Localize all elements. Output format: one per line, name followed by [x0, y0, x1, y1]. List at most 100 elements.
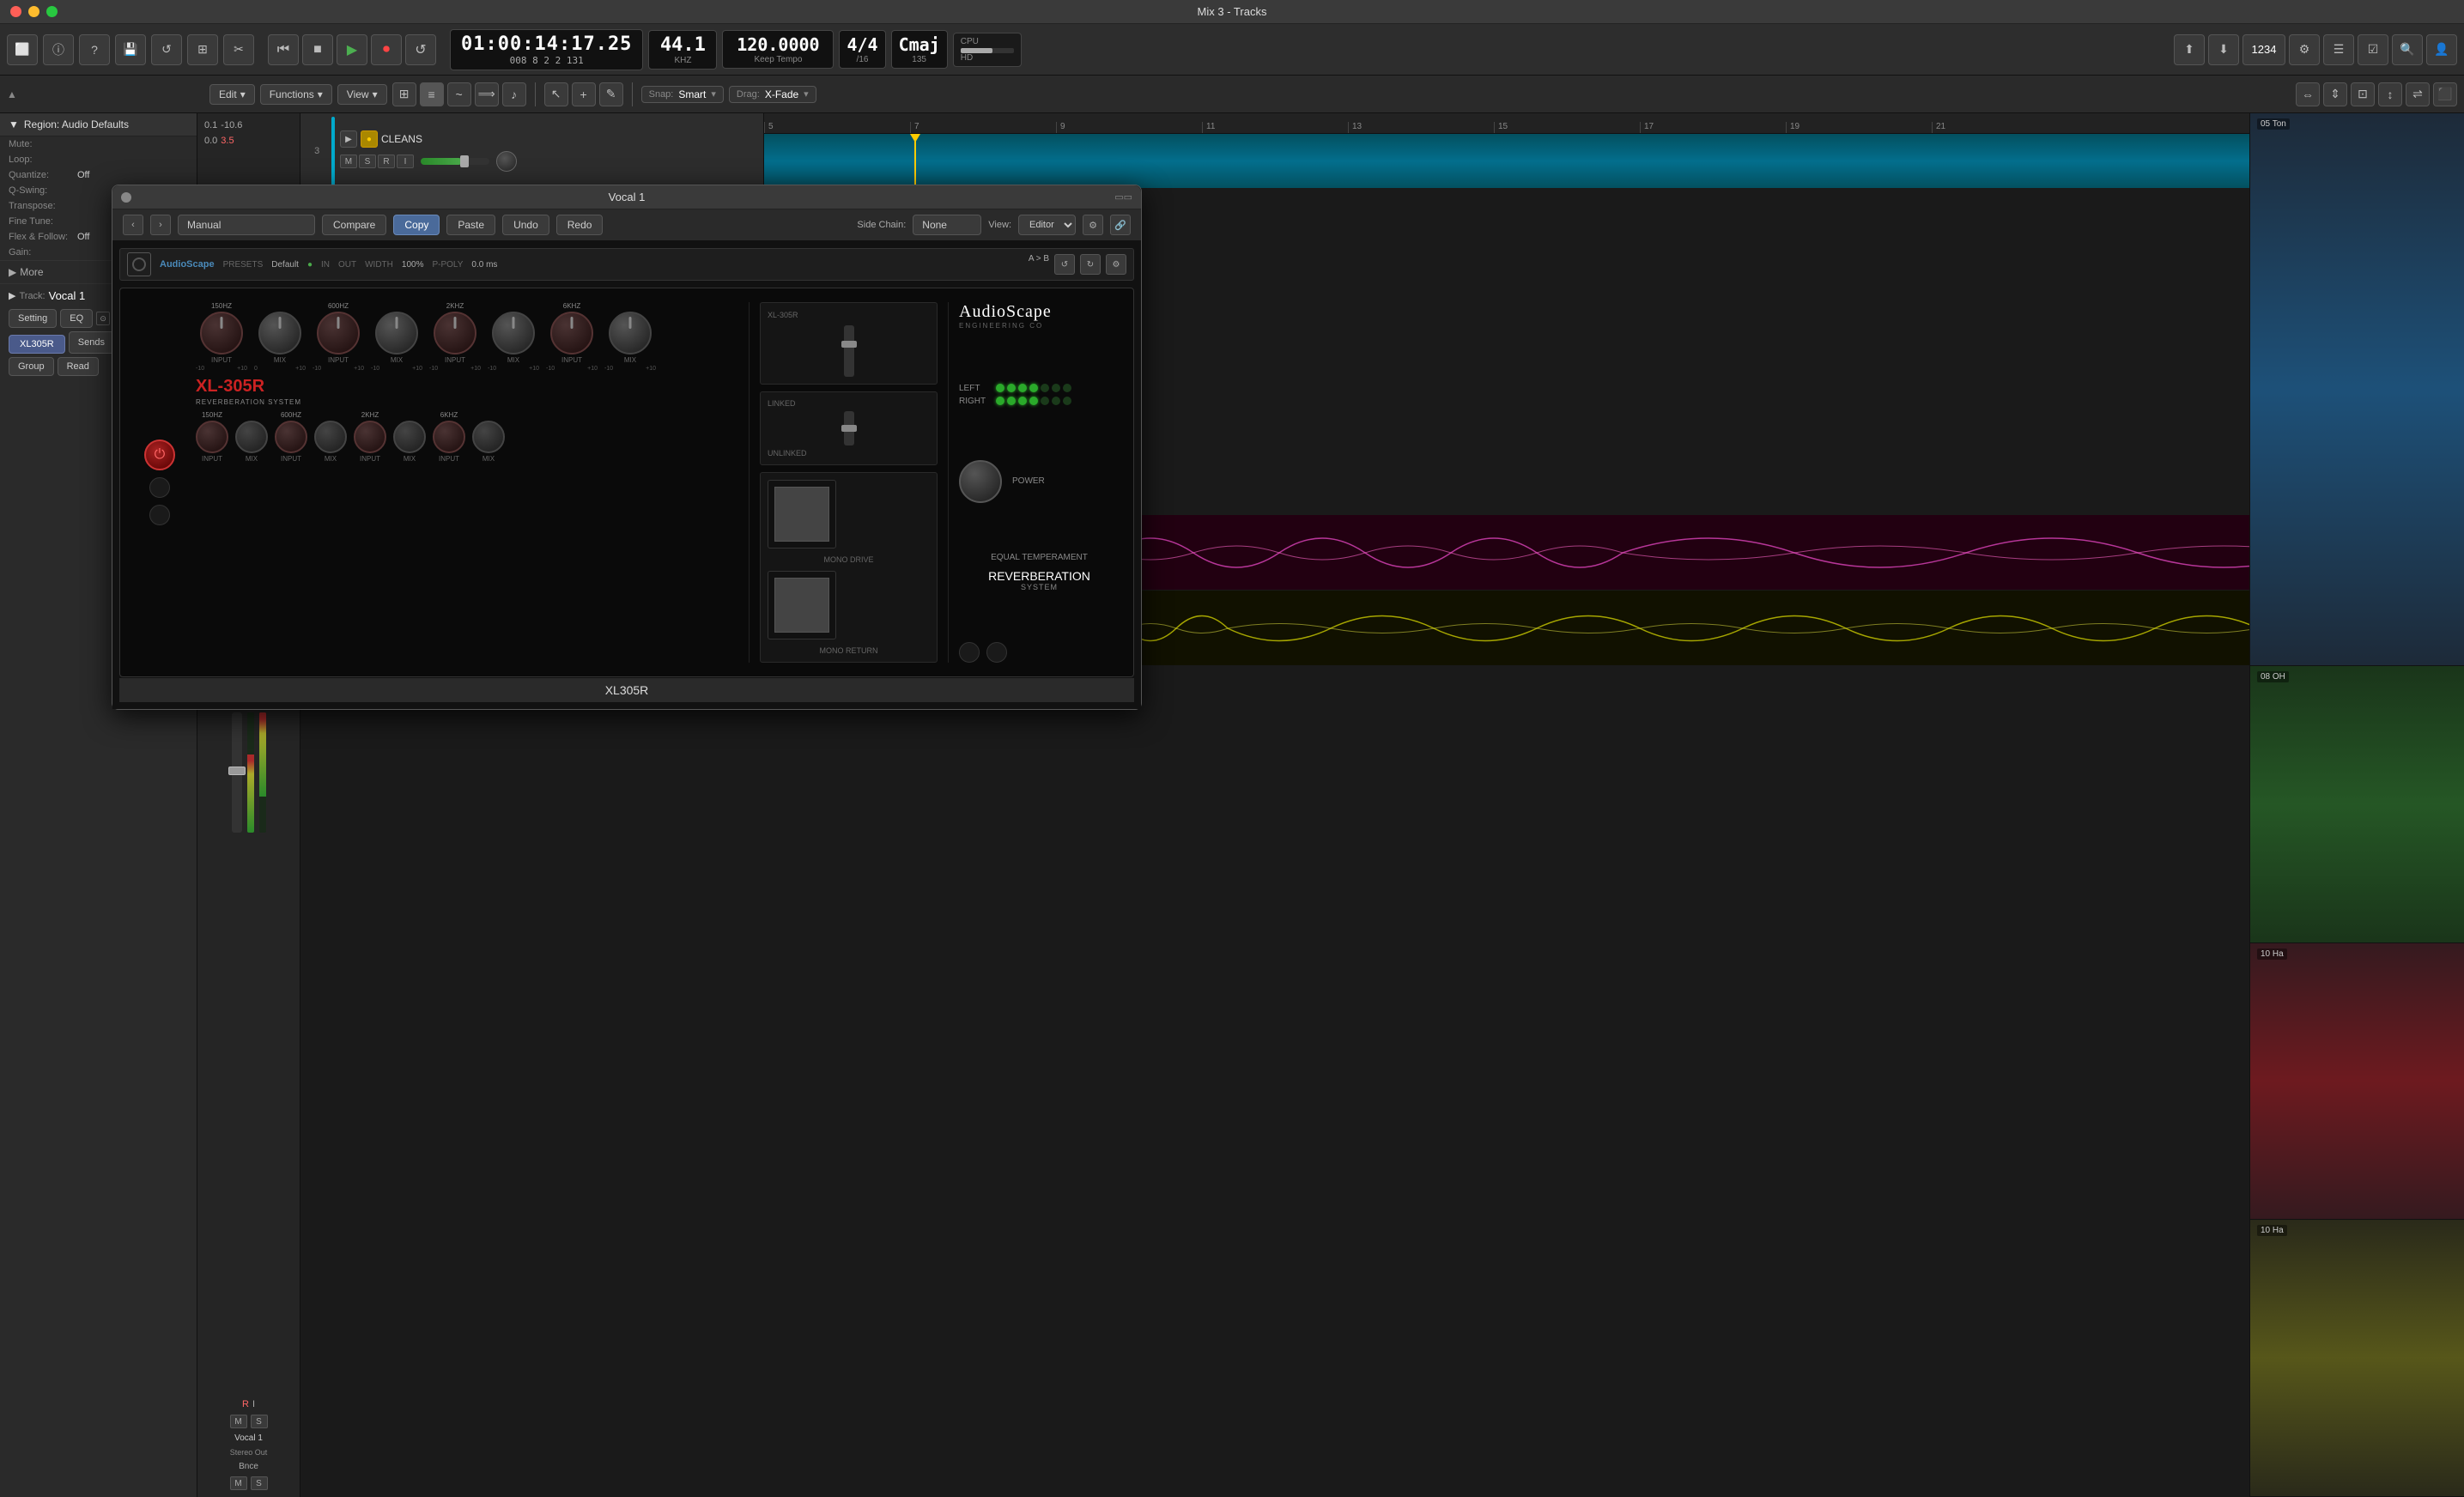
compare-button[interactable]: Compare [322, 215, 386, 235]
save-btn[interactable]: 💾 [115, 34, 146, 65]
cleans-i-btn[interactable]: I [397, 155, 414, 168]
s-btn[interactable]: S [251, 1415, 268, 1428]
knob-2[interactable] [300, 312, 301, 355]
s2-btn[interactable]: S [251, 1476, 268, 1490]
sends-button[interactable]: Sends [69, 331, 114, 354]
cleans-clip[interactable] [764, 134, 2249, 188]
redo2-btn[interactable]: ↻ [1080, 254, 1101, 275]
cleans-volume-fader[interactable] [421, 158, 489, 165]
edit-btn[interactable]: ⊞ [187, 34, 218, 65]
play-button[interactable]: ▶ [337, 34, 367, 65]
tool-3[interactable]: ✎ [599, 82, 623, 106]
fit-btn[interactable]: ⊡ [2351, 82, 2375, 106]
help-btn[interactable]: ? [79, 34, 110, 65]
knob-8[interactable] [609, 312, 652, 355]
options-btn[interactable]: ⚙ [2289, 34, 2320, 65]
lower-knob-7[interactable] [433, 421, 465, 453]
cleans-play-btn[interactable]: ▶ [340, 130, 357, 148]
cleans-pan-knob[interactable] [496, 151, 517, 172]
minimize-button[interactable] [28, 6, 39, 17]
cleans-m-btn[interactable]: M [340, 155, 357, 168]
cut-btn[interactable]: ✂ [223, 34, 254, 65]
undo-btn[interactable]: ↺ [151, 34, 182, 65]
view-menu[interactable]: View ▾ [337, 84, 387, 105]
corner-knob-tl[interactable] [959, 642, 980, 663]
cleans-fader-handle[interactable] [460, 155, 469, 167]
lower-knob-8[interactable] [472, 421, 505, 453]
mono-return-pad[interactable] [774, 578, 829, 633]
view-select[interactable]: Editor [1018, 215, 1076, 235]
knob-4[interactable] [375, 312, 418, 355]
info-btn[interactable]: ⓘ [43, 34, 74, 65]
list-btn[interactable]: ☰ [2323, 34, 2354, 65]
setting-button[interactable]: Setting [9, 309, 57, 328]
xl305r-plugin-button[interactable]: XL305R [9, 335, 65, 354]
pointer-tool[interactable]: ↖ [544, 82, 568, 106]
paste-button[interactable]: Paste [446, 215, 495, 235]
record-button[interactable]: ⏺ [371, 34, 402, 65]
snap-chevron-icon[interactable]: ▾ [711, 88, 716, 100]
cleans-power-btn[interactable]: ● [361, 130, 378, 148]
check-btn[interactable]: ☑ [2358, 34, 2388, 65]
count-btn[interactable]: 1234 [2242, 34, 2285, 65]
m-btn[interactable]: M [230, 1415, 247, 1428]
add-tool[interactable]: + [572, 82, 596, 106]
plugin-window-close[interactable]: ▭▭ [1114, 191, 1132, 203]
cleans-r-btn[interactable]: R [378, 155, 395, 168]
rewind-button[interactable]: ⏮ [268, 34, 299, 65]
grid-view-btn[interactable]: ⊞ [392, 82, 416, 106]
new-btn[interactable]: ⬜ [7, 34, 38, 65]
plugin-mode-select[interactable]: Manual [300, 215, 315, 235]
main-power-knob[interactable] [959, 460, 1002, 503]
cleans-s-btn[interactable]: S [359, 155, 376, 168]
main-fader[interactable] [232, 712, 242, 833]
lower-knob-6[interactable] [393, 421, 426, 453]
corner-knob-tr[interactable] [986, 642, 1007, 663]
knob-5[interactable] [434, 312, 476, 355]
fader-handle[interactable] [228, 767, 246, 775]
auto2-btn[interactable]: ⇌ [2406, 82, 2430, 106]
read-button[interactable]: Read [58, 357, 99, 376]
undo2-btn[interactable]: ↺ [1054, 254, 1075, 275]
auto-btn[interactable]: ⟹ [475, 82, 499, 106]
drag-chevron-icon[interactable]: ▾ [804, 88, 809, 100]
eq-button[interactable]: EQ [60, 309, 93, 328]
mono-drive-pad[interactable] [774, 487, 829, 542]
user-btn[interactable]: 👤 [2426, 34, 2457, 65]
lower-knob-4[interactable] [314, 421, 347, 453]
link-fader[interactable] [844, 411, 854, 445]
knob-7[interactable] [550, 312, 593, 355]
link-btn[interactable]: 🔗 [1110, 215, 1131, 235]
export-btn[interactable]: ⬆ [2174, 34, 2205, 65]
link-btn[interactable]: ↕ [2378, 82, 2402, 106]
maximize-button[interactable] [46, 6, 58, 17]
import-btn[interactable]: ⬇ [2208, 34, 2239, 65]
view-settings-btn[interactable]: ⚙ [1083, 215, 1103, 235]
link-fader-handle[interactable] [841, 425, 857, 432]
cycle-button[interactable]: ↺ [405, 34, 436, 65]
xl305-fader[interactable] [844, 325, 854, 377]
close-button[interactable] [10, 6, 21, 17]
xl305-fader-handle[interactable] [841, 341, 857, 348]
edit-menu[interactable]: Edit ▾ [209, 84, 255, 105]
functions-menu[interactable]: Functions ▾ [260, 84, 332, 105]
align-btn[interactable]: ⬛ [2433, 82, 2457, 106]
zoom-in-btn[interactable]: ⇔ [2296, 82, 2320, 106]
list-view-btn[interactable]: ≡ [420, 82, 444, 106]
lower-knob-5[interactable] [354, 421, 386, 453]
copy-button[interactable]: Copy [393, 215, 440, 235]
m2-btn[interactable]: M [230, 1476, 247, 1490]
knob-6[interactable] [492, 312, 535, 355]
group-button[interactable]: Group [9, 357, 54, 376]
lower-knob-3[interactable] [300, 421, 307, 453]
undo-button[interactable]: Undo [502, 215, 549, 235]
knob-3[interactable] [317, 312, 360, 355]
stop-button[interactable]: ■ [302, 34, 333, 65]
zoom-out-btn[interactable]: ⇕ [2323, 82, 2347, 106]
search-btn[interactable]: 🔍 [2392, 34, 2423, 65]
midi-btn[interactable]: ♪ [502, 82, 526, 106]
flex-btn[interactable]: ~ [447, 82, 471, 106]
sidechain-select[interactable]: None [913, 215, 981, 235]
redo-button[interactable]: Redo [556, 215, 604, 235]
settings2-btn[interactable]: ⚙ [1106, 254, 1126, 275]
